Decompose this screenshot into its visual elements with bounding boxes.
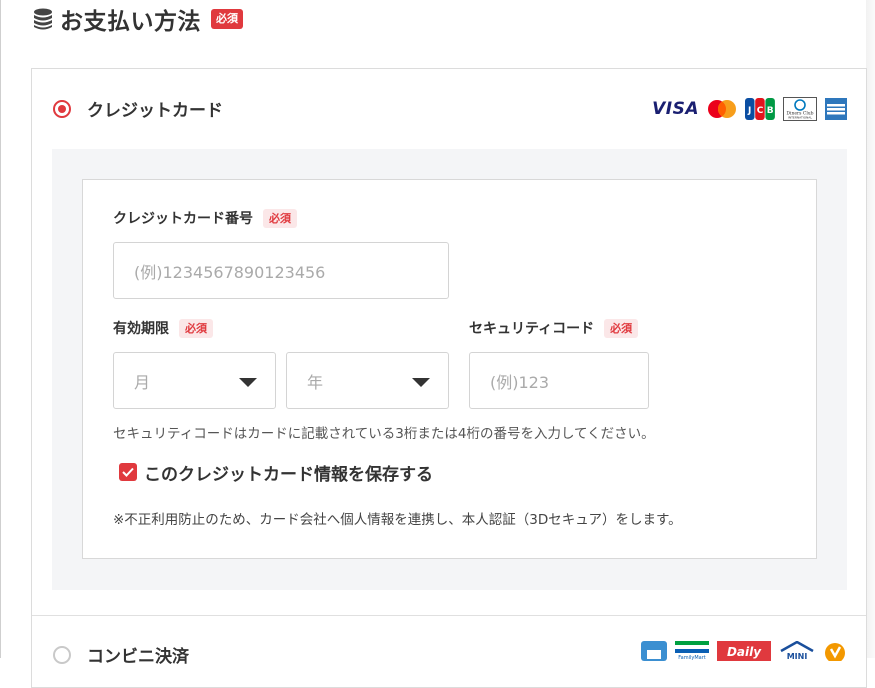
familymart-text: FamilyMart bbox=[678, 655, 706, 661]
convenience-option-label[interactable]: コンビニ決済 bbox=[87, 642, 189, 667]
diners-subtext: INTERNATIONAL bbox=[788, 116, 812, 120]
ministop-text: MINI bbox=[787, 652, 808, 661]
save-card-label[interactable]: このクレジットカード情報を保存する bbox=[144, 460, 433, 485]
section-title: お支払い方法 bbox=[60, 9, 201, 35]
coins-icon bbox=[34, 8, 52, 30]
convenience-store-logos: FamilyMart Daily MINI bbox=[641, 641, 847, 661]
option-divider bbox=[32, 615, 866, 616]
required-badge: 必須 bbox=[263, 208, 297, 228]
convenience-radio[interactable] bbox=[53, 646, 71, 664]
page-right-shadow bbox=[866, 0, 875, 658]
jcb-logo: J C B bbox=[745, 98, 775, 120]
year-placeholder: 年 bbox=[307, 372, 324, 392]
card-brand-logos: VISA J C B Diners Club INTERNATIONAL bbox=[652, 97, 847, 121]
amex-logo bbox=[825, 98, 847, 120]
security-code-help: セキュリティコードはカードに記載されている3桁または4桁の番号を入力してください… bbox=[113, 426, 655, 442]
ministop-logo: MINI bbox=[780, 641, 814, 661]
diners-logo: Diners Club INTERNATIONAL bbox=[783, 97, 817, 121]
payment-method-heading: お支払い方法 必須 bbox=[32, 4, 243, 35]
daily-yamazaki-logo: Daily bbox=[717, 641, 771, 661]
card-number-input[interactable]: (例)1234567890123456 bbox=[113, 242, 449, 299]
required-badge: 必須 bbox=[211, 9, 243, 29]
page-left-border bbox=[0, 0, 1, 658]
payment-options-box: クレジットカード VISA J C B Diners Club INTERNAT… bbox=[31, 68, 867, 688]
credit-card-form-panel: クレジットカード番号 必須 (例)1234567890123456 有効期限 必… bbox=[52, 149, 847, 590]
3d-secure-note: ※不正利用防止のため、カード会社へ個人情報を連携し、本人認証（3Dセキュア）をし… bbox=[113, 512, 682, 528]
card-number-label-text: クレジットカード番号 bbox=[113, 211, 253, 227]
chevron-down-icon bbox=[412, 378, 430, 387]
expiry-month-select[interactable]: 月 bbox=[113, 352, 276, 409]
svg-text:C: C bbox=[757, 106, 764, 116]
save-card-checkbox[interactable] bbox=[119, 463, 137, 481]
expiry-label: 有効期限 必須 bbox=[113, 318, 213, 338]
daily-text: Daily bbox=[727, 645, 762, 659]
mastercard-logo bbox=[708, 100, 736, 118]
lawson-logo bbox=[641, 641, 667, 661]
security-code-placeholder: (例)123 bbox=[490, 372, 550, 392]
card-number-placeholder: (例)1234567890123456 bbox=[134, 262, 326, 282]
chevron-down-icon bbox=[239, 378, 257, 387]
security-code-label: セキュリティコード 必須 bbox=[469, 318, 639, 338]
checkmark-icon bbox=[122, 467, 134, 477]
expiry-year-select[interactable]: 年 bbox=[286, 352, 449, 409]
familymart-logo: FamilyMart bbox=[675, 641, 709, 661]
svg-text:J: J bbox=[747, 106, 751, 116]
required-badge: 必須 bbox=[179, 318, 213, 338]
card-number-label: クレジットカード番号 必須 bbox=[113, 208, 297, 228]
credit-card-form: クレジットカード番号 必須 (例)1234567890123456 有効期限 必… bbox=[82, 179, 817, 559]
credit-card-radio[interactable] bbox=[53, 100, 71, 118]
seicomart-logo bbox=[825, 643, 845, 661]
credit-card-option-label[interactable]: クレジットカード bbox=[87, 96, 223, 121]
security-code-label-text: セキュリティコード bbox=[469, 321, 595, 337]
month-placeholder: 月 bbox=[134, 372, 151, 392]
required-badge: 必須 bbox=[604, 318, 639, 338]
svg-text:B: B bbox=[767, 106, 774, 116]
security-code-input[interactable]: (例)123 bbox=[469, 352, 649, 409]
expiry-label-text: 有効期限 bbox=[113, 321, 169, 337]
visa-logo: VISA bbox=[652, 99, 699, 119]
